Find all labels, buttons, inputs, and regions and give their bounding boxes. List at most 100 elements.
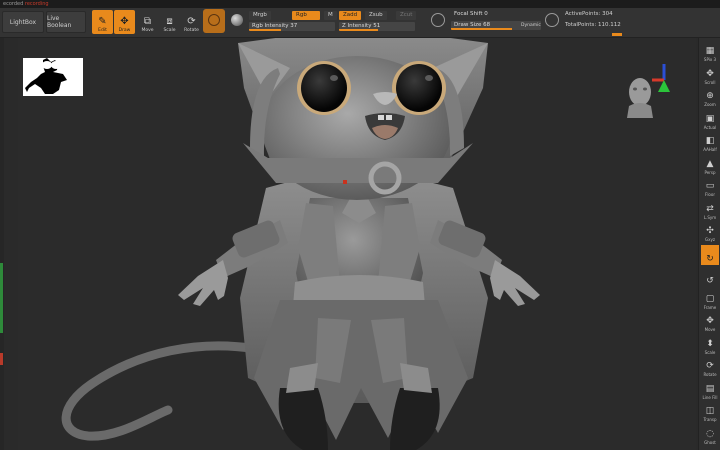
spix-icon: ▦ <box>705 46 715 56</box>
zadd-button[interactable]: Zadd <box>339 11 362 20</box>
draw-icon: ✥ <box>120 16 129 27</box>
shelf-button-ghost[interactable]: ◌ Ghost <box>701 425 719 445</box>
shelf-button-line-fill[interactable]: ▤ Line Fill <box>701 380 719 400</box>
right-shelf: ▦ SPix 3 ✥ Scroll ⊕ Zoom ▣ Actual ◧ AAHalf ▲ Persp ▭… <box>698 38 720 450</box>
rotate-y-icon: ↻ <box>706 253 714 264</box>
focal-shift-icon[interactable] <box>431 13 445 27</box>
right-leg <box>390 388 440 450</box>
shelf-button-label: SPix 3 <box>703 57 717 62</box>
right-eye <box>396 64 442 112</box>
mesh-marker-red <box>343 180 347 184</box>
shelf-button-label: Gxyz <box>705 237 715 242</box>
floor-icon: ▭ <box>705 181 715 191</box>
shelf-button-label: Actual <box>703 124 717 130</box>
live-boolean-button[interactable]: Live Boolean <box>46 11 86 33</box>
brush-settings-icon[interactable] <box>545 13 559 27</box>
shelf-button-rotate[interactable]: ⟳ Rotate <box>701 357 719 377</box>
shelf-button-label: Scroll <box>704 79 716 85</box>
left-leg <box>278 388 328 450</box>
shelf-button-spix-3[interactable]: ▦ SPix 3 <box>701 42 719 62</box>
draw-size-fill <box>451 28 513 30</box>
active-points-readout: ActivePoints: 304 <box>565 11 613 17</box>
edit-icon: ✎ <box>98 16 107 27</box>
material-swatch[interactable] <box>203 9 225 33</box>
shelf-button-persp[interactable]: ▲ Persp <box>701 155 719 175</box>
shelf-button-item-10[interactable]: ↺ <box>701 267 719 287</box>
rotate-button[interactable]: ⟳ Rotate <box>181 10 202 34</box>
rgb-intensity-slider[interactable]: Rgb Intensity 37 <box>249 22 335 31</box>
rgb-intensity-fill <box>249 29 281 31</box>
silhouette-icon <box>25 58 67 94</box>
left-eye <box>301 64 347 112</box>
shelf-button-label: Rotate <box>703 372 717 377</box>
move-icon: ✥ <box>706 316 714 326</box>
shelf-button-l-sym[interactable]: ⇄ L.Sym <box>701 200 719 220</box>
shelf-button-frame[interactable]: ▢ Frame <box>701 290 719 310</box>
sculpt-model[interactable] <box>18 38 696 450</box>
shelf-button-label: Persp <box>704 169 716 175</box>
zsub-button[interactable]: Zsub <box>365 11 387 20</box>
shelf-button-label: Zoom <box>704 102 716 107</box>
edit-button[interactable]: ✎ Edit <box>92 10 113 34</box>
shelf-button-label: L.Sym <box>703 214 717 220</box>
zoom-icon: ⊕ <box>706 91 714 101</box>
right-eye-highlight <box>425 75 433 81</box>
shelf-button-transp[interactable]: ◫ Transp <box>701 402 719 422</box>
total-points-readout: TotalPoints: 110.112 <box>565 22 621 28</box>
ghost-icon: ◌ <box>706 428 714 439</box>
shelf-button-item-9[interactable]: ↻ <box>701 244 719 265</box>
scale-button[interactable]: ⧈ Scale <box>159 10 180 34</box>
left-edge-strip <box>0 38 4 450</box>
orientation-gizmo[interactable] <box>626 56 674 126</box>
aahalf-icon: ◧ <box>705 136 715 146</box>
scale-icon: ⬍ <box>706 338 714 349</box>
canvas-viewport[interactable] <box>18 38 696 450</box>
recording-indicator: recording <box>24 1 49 7</box>
shelf-button-aahalf[interactable]: ◧ AAHalf <box>701 132 719 152</box>
scroll-icon: ✥ <box>706 68 714 79</box>
shelf-button-label: Frame <box>703 304 717 310</box>
shelf-button-label: Ghost <box>704 439 716 445</box>
draw-button[interactable]: ✥ Draw <box>114 10 135 34</box>
move-icon: ⧉ <box>143 16 152 27</box>
shelf-button-scroll[interactable]: ✥ Scroll <box>701 65 719 85</box>
lightbox-button[interactable]: LightBox <box>2 11 44 33</box>
left-color-indicator-red <box>0 353 3 365</box>
shelf-button-move[interactable]: ✥ Move <box>701 312 719 332</box>
reference-thumbnail[interactable] <box>23 58 83 96</box>
toolbar-accent-marker <box>612 33 622 36</box>
transp-icon: ◫ <box>705 406 715 416</box>
rotate-icon: ⟳ <box>706 361 714 371</box>
scale-icon: ⧈ <box>166 16 173 27</box>
shelf-button-actual[interactable]: ▣ Actual <box>701 110 719 130</box>
top-toolbar: LightBox Live Boolean ✎ Edit ✥ Draw ⧉ Move … <box>0 8 720 38</box>
shelf-button-scale[interactable]: ⬍ Scale <box>701 335 719 355</box>
rgb-button[interactable]: Rgb <box>292 11 320 20</box>
xyz-axis-icon: ✣ <box>706 226 714 236</box>
m-button[interactable]: M <box>324 11 337 20</box>
shelf-button-zoom[interactable]: ⊕ Zoom <box>701 87 719 107</box>
tooth-right <box>386 115 392 120</box>
texture-sphere-icon[interactable] <box>231 14 243 26</box>
shelf-button-floor[interactable]: ▭ Floor <box>701 177 719 197</box>
shelf-button-label: Floor <box>705 192 715 197</box>
status-text: ecorded recording <box>3 1 49 7</box>
left-eye-highlight <box>330 75 338 81</box>
shelf-button-label: Transp <box>703 417 717 422</box>
mrgb-button[interactable]: Mrgb <box>249 11 271 20</box>
z-intensity-slider[interactable]: Z Intensity 51 <box>339 22 415 31</box>
shelf-button-gxyz[interactable]: ✣ Gxyz <box>701 222 719 242</box>
left-color-indicator-green <box>0 263 3 333</box>
z-intensity-fill <box>339 29 378 31</box>
persp-icon: ▲ <box>706 158 714 169</box>
line-fill-icon: ▤ <box>705 383 715 394</box>
move-button[interactable]: ⧉ Move <box>137 10 158 34</box>
dynamic-button[interactable]: Dynamic <box>521 21 541 30</box>
rotate-icon: ⟳ <box>187 16 196 27</box>
focal-shift-slider[interactable]: Focal Shift 0 <box>451 10 541 19</box>
actual-icon: ▣ <box>705 113 715 124</box>
head-preview-icon <box>629 78 651 106</box>
local-symmetry-icon: ⇄ <box>706 203 714 214</box>
zcut-button[interactable]: Zcut <box>396 11 417 20</box>
status-strip: ecorded recording <box>0 0 720 8</box>
